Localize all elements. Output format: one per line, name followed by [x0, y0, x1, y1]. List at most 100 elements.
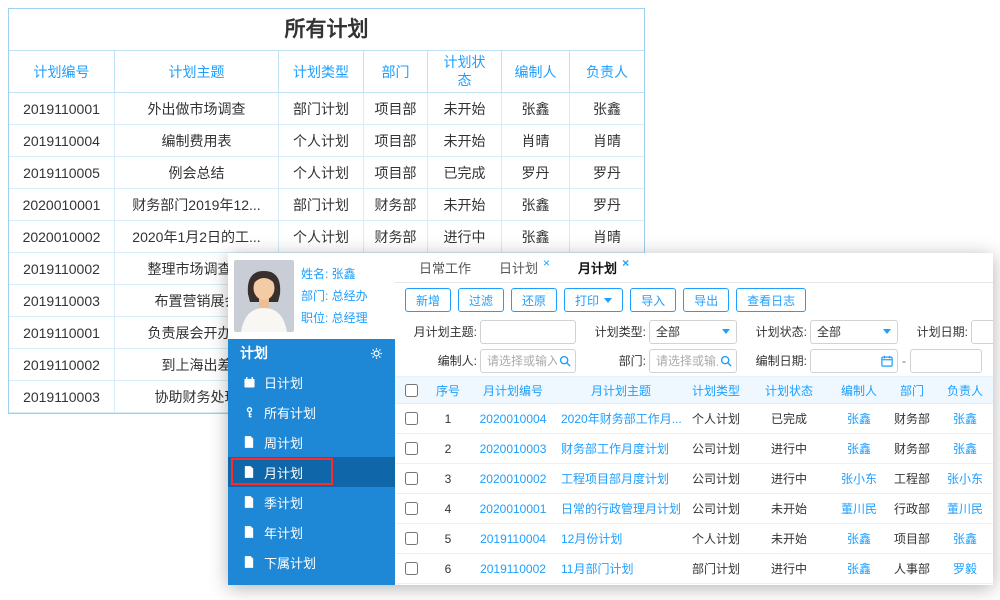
cell-plan-id[interactable]: 2020010001: [469, 502, 557, 516]
cell-creator[interactable]: 张鑫: [831, 440, 887, 457]
table-row[interactable]: 1 2020010004 2020年财务部工作月... 个人计划 已完成 张鑫 …: [395, 404, 993, 434]
calendar-icon[interactable]: [881, 355, 893, 367]
cell-plan-id[interactable]: 2020010003: [469, 442, 557, 456]
sidebar-item-label: 季计划: [264, 495, 304, 511]
cell-creator[interactable]: 张鑫: [831, 560, 887, 577]
row-checkbox[interactable]: [404, 442, 418, 455]
print-button[interactable]: 打印: [564, 288, 624, 312]
cell-owner[interactable]: 张小东: [937, 470, 993, 487]
cell-status: 进行中: [770, 442, 807, 456]
sidebar-item-all-plans[interactable]: 所有计划: [228, 397, 395, 427]
cell-type: 个人计划: [691, 412, 740, 426]
cell-subject[interactable]: 财务部工作月度计划: [557, 440, 685, 457]
cell-creator[interactable]: 张小东: [831, 470, 887, 487]
search-icon[interactable]: [720, 355, 732, 367]
creator-filter-label: 编制人:: [437, 354, 477, 368]
table-row[interactable]: 2 2020010003 财务部工作月度计划 公司计划 进行中 张鑫 财务部 张…: [395, 434, 993, 464]
plan-date-input[interactable]: [971, 319, 993, 344]
cell-no: 1: [444, 411, 452, 426]
search-icon[interactable]: [559, 355, 571, 367]
cell-subject[interactable]: 工程项目部月度计划: [557, 470, 685, 487]
cell-subject[interactable]: 11月部门计划: [557, 560, 685, 577]
calendar-icon: [244, 376, 256, 388]
cell-creator: 张鑫: [502, 189, 570, 220]
table-row[interactable]: 5 2019110004 12月份计划 个人计划 未开始 张鑫 项目部 张鑫: [395, 524, 993, 554]
cell-owner[interactable]: 张鑫: [937, 410, 993, 427]
cell-plan-id[interactable]: 2020010004: [469, 412, 557, 426]
type-select[interactable]: 全部: [649, 319, 737, 344]
row-checkbox[interactable]: [404, 532, 418, 545]
sidebar-item-subordinate-plans[interactable]: 下属计划: [228, 547, 395, 577]
sidebar-item-weekly-plan[interactable]: 周计划: [228, 427, 395, 457]
import-button[interactable]: 导入: [630, 288, 677, 312]
view-log-button[interactable]: 查看日志: [736, 288, 807, 312]
cell-plan-id[interactable]: 2020010002: [469, 472, 557, 486]
file-icon: [244, 466, 256, 478]
sidebar-item-daily-plan[interactable]: 日计划: [228, 367, 395, 397]
cell-dept: 行政部: [893, 502, 930, 516]
sidebar-item-label: 日计划: [264, 375, 304, 391]
cell-plan-id: 2019110005: [9, 157, 115, 188]
cell-plan-id[interactable]: 2019110002: [469, 562, 557, 576]
profile-department: 部门: 总经办: [301, 288, 368, 303]
subject-filter-label: 月计划主题:: [413, 325, 477, 339]
cell-no: 6: [444, 561, 452, 576]
table-row[interactable]: 2019110001 外出做市场调查 部门计划 项目部 未开始 张鑫 张鑫: [9, 93, 644, 125]
export-button[interactable]: 导出: [683, 288, 730, 312]
tab-daily-work[interactable]: 日常工作: [405, 253, 485, 282]
add-button[interactable]: 新增: [405, 288, 452, 312]
cell-owner[interactable]: 张鑫: [937, 440, 993, 457]
cell-owner[interactable]: 张鑫: [937, 530, 993, 547]
cell-owner[interactable]: 罗毅: [937, 560, 993, 577]
cell-dept: 财务部: [893, 412, 930, 426]
row-checkbox[interactable]: [404, 502, 418, 515]
sidebar-menu: 日计划 所有计划 周计划 月计划 季计划 年计划 下属计划: [228, 367, 395, 577]
date-range-separator: -: [902, 353, 906, 368]
table-row[interactable]: 3 2020010002 工程项目部月度计划 公司计划 进行中 张小东 工程部 …: [395, 464, 993, 494]
sidebar-item-quarterly-plan[interactable]: 季计划: [228, 487, 395, 517]
cell-status: 未开始: [428, 189, 502, 220]
gear-icon[interactable]: [370, 347, 383, 360]
cell-subject: 2020年1月2日的工...: [115, 221, 279, 252]
status-select[interactable]: 全部: [810, 319, 898, 344]
close-icon[interactable]: ×: [543, 257, 550, 269]
cell-type: 个人计划: [279, 221, 364, 252]
column-header-status: 计划状态: [428, 51, 502, 92]
tab-label: 日常工作: [419, 261, 472, 276]
cell-plan-id[interactable]: 2019110004: [469, 532, 557, 546]
cell-creator[interactable]: 张鑫: [831, 410, 887, 427]
close-icon[interactable]: ×: [622, 257, 629, 269]
cell-subject[interactable]: 12月份计划: [557, 530, 685, 547]
table-row[interactable]: 4 2020010001 日常的行政管理月计划 公司计划 未开始 董川民 行政部…: [395, 494, 993, 524]
table-row[interactable]: 2019110004 编制费用表 个人计划 项目部 未开始 肖晴 肖晴: [9, 125, 644, 157]
sidebar-item-monthly-plan[interactable]: 月计划: [228, 457, 395, 487]
cell-owner[interactable]: 董川民: [937, 500, 993, 517]
subject-input[interactable]: [480, 319, 576, 344]
cell-subject[interactable]: 日常的行政管理月计划: [557, 500, 685, 517]
sidebar-item-label: 年计划: [264, 525, 304, 541]
table-row[interactable]: 6 2019110002 11月部门计划 部门计划 进行中 张鑫 人事部 罗毅: [395, 554, 993, 584]
table-row[interactable]: 2020010001 财务部门2019年12... 部门计划 财务部 未开始 张…: [9, 189, 644, 221]
plan-date-filter-label: 计划日期:: [916, 325, 968, 339]
cell-dept: 项目部: [893, 532, 930, 546]
cell-creator[interactable]: 董川民: [831, 500, 887, 517]
cell-subject: 财务部门2019年12...: [115, 189, 279, 220]
cell-creator[interactable]: 张鑫: [831, 530, 887, 547]
column-header-plan-id: 计划编号: [9, 51, 115, 92]
select-all-checkbox[interactable]: [404, 383, 418, 397]
table-row[interactable]: 2020010002 2020年1月2日的工... 个人计划 财务部 进行中 张…: [9, 221, 644, 253]
filter-button[interactable]: 过滤: [458, 288, 505, 312]
row-checkbox[interactable]: [404, 562, 418, 575]
row-checkbox[interactable]: [404, 472, 418, 485]
create-date-end-input[interactable]: [910, 348, 982, 373]
cell-no: 2: [444, 441, 452, 456]
cell-subject[interactable]: 2020年财务部工作月...: [557, 410, 685, 427]
reset-button[interactable]: 还原: [511, 288, 558, 312]
table-header-row: 序号 月计划编号 月计划主题 计划类型 计划状态 编制人 部门 负责人: [395, 376, 993, 404]
tab-monthly-plan[interactable]: 月计划 ×: [564, 253, 643, 282]
column-header-owner: 负责人: [586, 63, 628, 80]
sidebar-item-annual-plan[interactable]: 年计划: [228, 517, 395, 547]
tab-daily-plan[interactable]: 日计划 ×: [485, 253, 564, 282]
row-checkbox[interactable]: [404, 412, 418, 425]
table-row[interactable]: 2019110005 例会总结 个人计划 项目部 已完成 罗丹 罗丹: [9, 157, 644, 189]
